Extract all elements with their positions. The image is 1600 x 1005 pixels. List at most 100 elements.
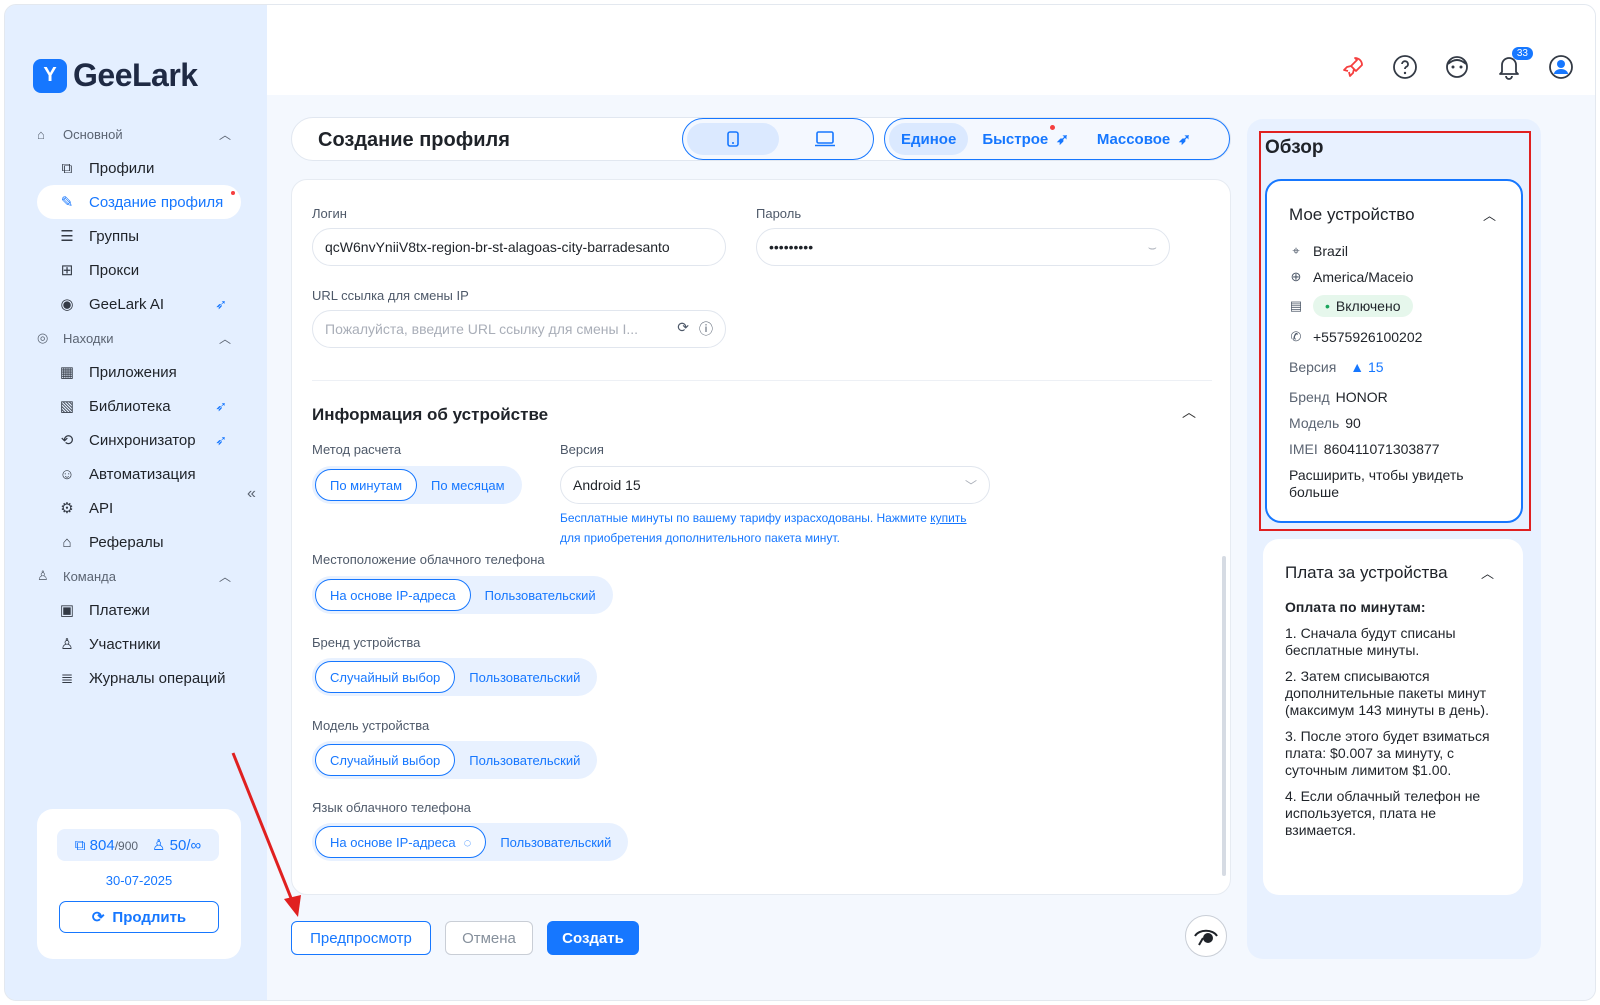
status-badge: • Включено — [1313, 295, 1413, 317]
log-icon: ≣ — [60, 670, 74, 687]
sidebar-item-label: Создание профиля — [89, 193, 224, 211]
model-custom[interactable]: Пользовательский — [455, 744, 594, 776]
sidebar-item-1-4[interactable]: ⚙ API — [37, 491, 241, 525]
bell-icon[interactable]: 33 — [1495, 47, 1533, 81]
page-header: Создание профиля Единое Быстрое ➶ Массово… — [291, 117, 1231, 161]
login-input[interactable]: qcW6nvYniiV8tx-region-br-st-alagoas-city… — [312, 228, 726, 266]
model-value: 90 — [1345, 415, 1361, 431]
sidebar-item-2-0[interactable]: ▣ Платежи — [37, 593, 241, 627]
billing-toggle: По минутам По месяцам — [312, 466, 522, 504]
fee-details: Оплата по минутам: 1. Сначала будут спис… — [1285, 599, 1507, 848]
version-select[interactable]: Android 15 ﹀ — [560, 466, 990, 504]
mode-bulk-label: Массовое — [1096, 130, 1171, 148]
discover-icon: ◎ — [37, 330, 49, 345]
refresh-icon[interactable]: ⟳ — [677, 319, 689, 339]
sidebar-item-0-4[interactable]: ◉ GeeLark AI ➶ — [37, 287, 241, 321]
globe-icon: ⊕ — [1290, 269, 1302, 284]
mode-bulk-tab[interactable]: Массовое ➶ — [1085, 123, 1203, 155]
chevron-up-icon[interactable]: ︿ — [1483, 205, 1496, 224]
sidebar-item-2-2[interactable]: ≣ Журналы операций — [37, 661, 241, 695]
sidebar-item-label: GeeLark AI — [89, 295, 165, 313]
model-row: Модель 90 — [1289, 415, 1361, 431]
sidebar-item-1-1[interactable]: ▧ Библиотека ➶ — [37, 389, 241, 423]
eye-closed-icon[interactable]: ⌣ — [1148, 239, 1157, 256]
account-icon[interactable] — [1547, 53, 1575, 81]
url-input[interactable]: Пожалуйста, введите URL ссылку для смены… — [312, 310, 726, 348]
phone-value: +5575926100202 — [1313, 329, 1423, 345]
create-button[interactable]: Создать — [547, 921, 639, 955]
login-value: qcW6nvYniiV8tx-region-br-st-alagoas-city… — [325, 239, 670, 255]
sidebar-item-0-0[interactable]: ⧉ Профили — [37, 151, 241, 185]
ai-assistant-button[interactable] — [1185, 915, 1227, 957]
imei-value: 860411071303877 — [1323, 441, 1440, 457]
sidebar-item-0-1[interactable]: ✎ Создание профиля — [37, 185, 241, 219]
url-placeholder: Пожалуйста, введите URL ссылку для смены… — [325, 321, 639, 337]
chevron-up-icon: ︿ — [218, 331, 231, 346]
status-row: ▤ • Включено — [1289, 295, 1413, 317]
plan-stats: ⧉ 804/900 ♙ 50/∞ — [57, 829, 219, 861]
profiles-icon: ⧉ — [61, 159, 73, 177]
rocket-icon[interactable] — [1339, 53, 1367, 81]
members-limit: ∞ — [190, 837, 202, 854]
bird-icon: ➶ — [215, 431, 227, 448]
billing-per-month[interactable]: По месяцам — [417, 469, 519, 501]
location-ip-based[interactable]: На основе IP-адреса — [315, 579, 471, 611]
sidebar-item-1-2[interactable]: ⟲ Синхронизатор ➶ — [37, 423, 241, 457]
bird-icon: ➶ — [1178, 131, 1191, 148]
brand-random[interactable]: Случайный выбор — [315, 661, 456, 693]
sidebar-item-label: Профили — [89, 159, 155, 177]
brand-custom[interactable]: Пользовательский — [455, 661, 594, 693]
location-custom[interactable]: Пользовательский — [471, 579, 610, 611]
billing-per-minute[interactable]: По минутам — [315, 469, 418, 501]
profiles-total: /900 — [114, 838, 139, 853]
sidebar-item-1-5[interactable]: ⌂ Рефералы — [37, 525, 241, 559]
status-value: Включено — [1335, 298, 1401, 314]
renew-button[interactable]: ⟳ Продлить — [59, 901, 219, 933]
nav-section-0[interactable]: ⌂ Основной ︿ — [5, 117, 267, 151]
sim-icon: ▤ — [1289, 298, 1303, 313]
mode-single-label: Единое — [901, 130, 957, 148]
language-toggle: На основе IP-адреса ◌ Пользовательский — [312, 823, 629, 861]
sidebar-item-label: Автоматизация — [89, 465, 196, 483]
sidebar-item-1-0[interactable]: ▦ Приложения — [37, 355, 241, 389]
sidebar-item-2-1[interactable]: ♙ Участники — [37, 627, 241, 661]
sidebar: Y GeeLark ⌂ Основной ︿ ⧉ Профили ✎ Создание пр… — [5, 5, 267, 1000]
version-label: Версия — [560, 442, 604, 457]
chevron-up-icon[interactable]: ︿ — [1182, 402, 1196, 422]
phone-tab[interactable] — [687, 123, 779, 155]
my-device-card: Мое устройство ︿ ⌖ Brazil ⊕ America/Maceio… — [1265, 179, 1523, 523]
plan-expiry-date: 30-07-2025 — [105, 873, 173, 888]
collapse-sidebar-icon[interactable]: « — [247, 485, 256, 503]
app-logo[interactable]: Y GeeLark — [33, 57, 198, 94]
sidebar-item-0-3[interactable]: ⊞ Прокси — [37, 253, 241, 287]
language-custom[interactable]: Пользовательский — [486, 826, 625, 858]
language-ip-based[interactable]: На основе IP-адреса ◌ — [315, 826, 487, 858]
plan-card: ⧉ 804/900 ♙ 50/∞ 30-07-2025 ⟳ Продлить — [37, 809, 241, 959]
info-icon[interactable]: ⓘ — [699, 319, 713, 339]
divider — [312, 380, 1212, 381]
desktop-tab[interactable] — [779, 123, 871, 155]
mode-single-tab[interactable]: Единое — [889, 123, 969, 155]
help-icon[interactable] — [1391, 53, 1419, 81]
country-value: Brazil — [1313, 243, 1349, 259]
expand-link[interactable]: Расширить, чтобы увидеть больше — [1289, 467, 1509, 501]
profiles-icon: ⧉ — [74, 836, 86, 854]
nav-section-1[interactable]: ◎ Находки ︿ — [5, 321, 267, 355]
apps-icon: ▦ — [59, 364, 75, 381]
sidebar-item-0-2[interactable]: ☰ Группы — [37, 219, 241, 253]
model-random[interactable]: Случайный выбор — [315, 744, 456, 776]
mode-quick-tab[interactable]: Быстрое ➶ — [970, 123, 1081, 155]
buy-link[interactable]: купить — [930, 511, 966, 525]
cancel-button[interactable]: Отмена — [445, 921, 533, 955]
nav-section-2[interactable]: ♙ Команда ︿ — [5, 559, 267, 593]
edit-icon: ✎ — [60, 194, 74, 211]
main-area: Создание профиля Единое Быстрое ➶ Массово… — [267, 95, 1595, 1000]
support-icon[interactable] — [1443, 53, 1471, 81]
preview-button[interactable]: Предпросмотр — [291, 921, 431, 955]
password-input[interactable]: ••••••••• ⌣ — [756, 228, 1170, 266]
note-text: Бесплатные минуты по вашему тарифу израс… — [560, 511, 927, 525]
form-scrollbar[interactable] — [1222, 556, 1226, 876]
chevron-up-icon[interactable]: ︿ — [1481, 563, 1494, 582]
fee-heading: Оплата по минутам: — [1285, 599, 1426, 615]
sidebar-item-1-3[interactable]: ☺ Автоматизация — [37, 457, 241, 491]
